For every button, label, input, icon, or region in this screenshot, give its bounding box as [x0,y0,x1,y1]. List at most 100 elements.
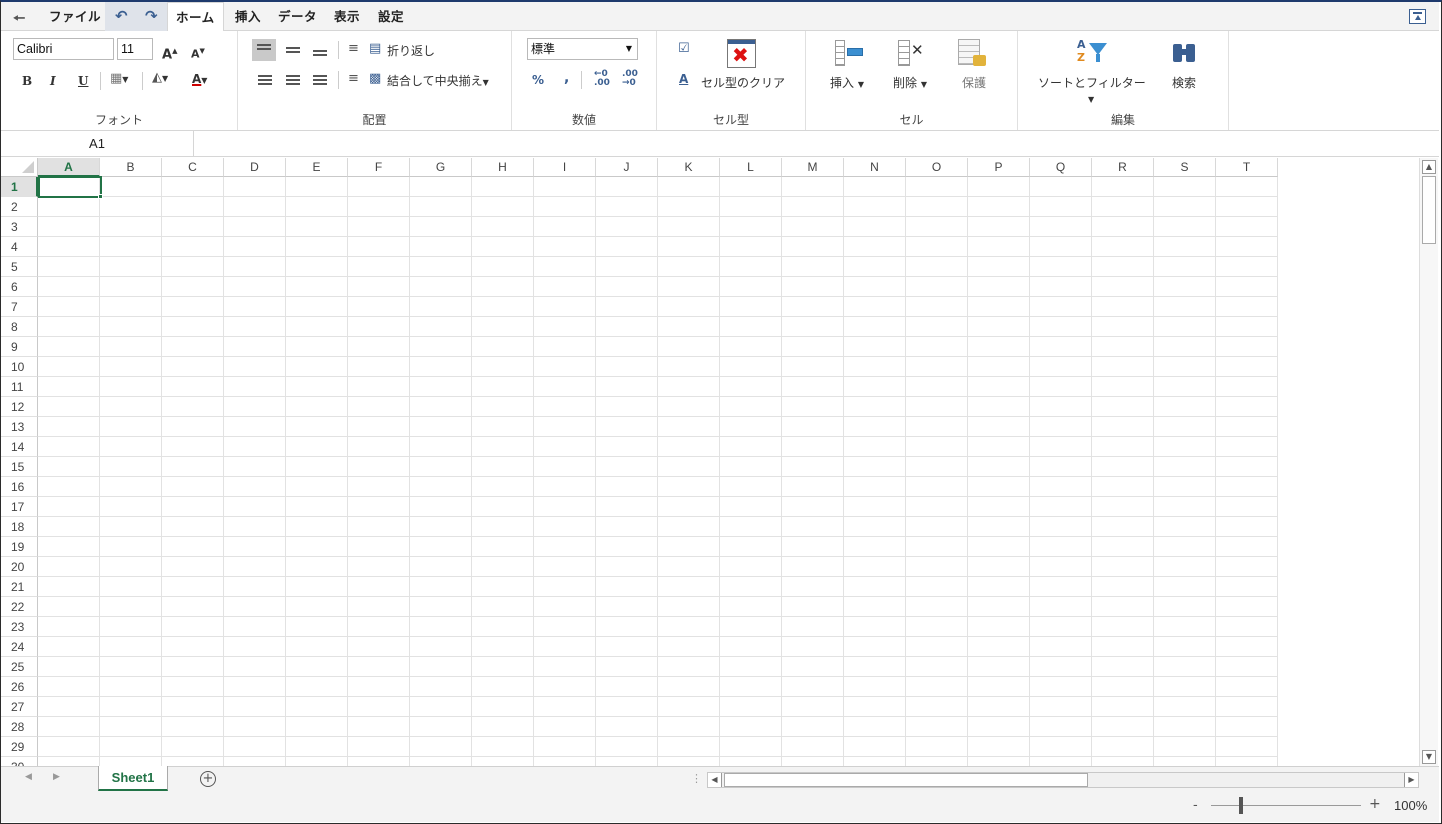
increase-font-icon[interactable]: A▲ [162,44,177,62]
protect-button[interactable]: 保護 [962,74,986,91]
row-header[interactable]: 18 [1,517,38,537]
collapse-ribbon-icon[interactable] [1409,9,1426,24]
row-header[interactable]: 12 [1,397,38,417]
column-header[interactable]: E [286,158,348,177]
column-header[interactable]: L [720,158,782,177]
menu-file[interactable]: ファイル [49,2,101,31]
spreadsheet-grid[interactable]: A B C D E F G H I J K L M N O P Q R S T 1 2 3 4 5 6 7 8 9 10 11 12 13 14 1… [1,158,1419,766]
sort-filter-dropdown-icon[interactable]: ▼ [1088,93,1094,107]
align-right-icon[interactable] [313,75,327,85]
row-header[interactable]: 17 [1,497,38,517]
decrease-font-icon[interactable]: A▼ [191,44,205,62]
row-header[interactable]: 9 [1,337,38,357]
italic-button[interactable]: I [50,74,56,88]
formula-input[interactable] [195,131,1439,156]
column-header[interactable]: F [348,158,410,177]
insert-cells-icon[interactable] [835,40,865,66]
add-sheet-icon[interactable]: + [200,771,216,787]
menu-home[interactable]: ホーム [167,2,224,32]
redo-icon[interactable]: ↷ [145,7,158,25]
clear-cell-style-button[interactable]: セル型のクリア [701,74,785,91]
merge-center-button[interactable]: 結合して中央揃え▼ [387,72,489,89]
column-header[interactable]: B [100,158,162,177]
row-header[interactable]: 13 [1,417,38,437]
sort-filter-button[interactable]: ソートとフィルター [1038,74,1146,91]
align-bottom-icon[interactable] [313,50,327,60]
scroll-right-icon[interactable]: ▶ [1404,773,1418,787]
scroll-down-icon[interactable]: ▼ [1422,750,1436,764]
fill-color-icon[interactable]: ◭▼ [152,71,168,86]
column-header[interactable]: H [472,158,534,177]
row-header[interactable]: 29 [1,737,38,757]
row-header[interactable]: 1 [1,177,38,197]
column-header[interactable]: R [1092,158,1154,177]
row-header[interactable]: 20 [1,557,38,577]
column-header[interactable]: O [906,158,968,177]
column-header[interactable]: P [968,158,1030,177]
row-header[interactable]: 19 [1,537,38,557]
row-header[interactable]: 26 [1,677,38,697]
menu-settings[interactable]: 設定 [378,2,404,31]
font-size-select[interactable]: 11 [117,38,153,60]
row-header[interactable]: 3 [1,217,38,237]
clear-style-icon[interactable]: ✖ [727,39,756,68]
decrease-decimal-icon[interactable]: .00 →0 [622,70,638,88]
name-box[interactable]: A1 [1,131,194,156]
outdent-icon[interactable]: ≡ [348,72,359,86]
row-header[interactable]: 28 [1,717,38,737]
checkbox-icon[interactable]: ☑ [678,42,690,56]
align-middle-icon[interactable] [286,47,300,57]
tab-splitter-handle[interactable]: ⋮ [691,772,702,785]
prev-sheet-icon[interactable]: ◀ [25,772,32,782]
column-header[interactable]: S [1154,158,1216,177]
align-center-icon[interactable] [286,75,300,85]
column-header[interactable]: M [782,158,844,177]
vertical-scroll-thumb[interactable] [1422,176,1436,244]
menu-view[interactable]: 表示 [334,2,360,31]
row-header[interactable]: 27 [1,697,38,717]
column-header[interactable]: T [1216,158,1278,177]
vertical-scrollbar[interactable]: ▲ ▼ [1419,158,1438,766]
fill-handle[interactable] [98,194,103,199]
column-header[interactable]: K [658,158,720,177]
row-header[interactable]: 16 [1,477,38,497]
underline-button[interactable]: U [78,74,88,88]
zoom-slider-thumb[interactable] [1239,797,1243,814]
bold-button[interactable]: B [22,74,32,88]
undo-icon[interactable]: ↶ [115,7,128,25]
row-header[interactable]: 23 [1,617,38,637]
scroll-up-icon[interactable]: ▲ [1422,160,1436,174]
find-button[interactable]: 検索 [1172,74,1196,91]
zoom-out-button[interactable]: - [1193,798,1198,813]
percent-button[interactable]: % [532,73,544,87]
row-header[interactable]: 6 [1,277,38,297]
column-header[interactable]: J [596,158,658,177]
row-header[interactable]: 10 [1,357,38,377]
font-color-icon[interactable]: A▼ [192,72,207,88]
delete-cells-button[interactable]: 削除 ▼ [893,74,927,91]
column-header[interactable]: C [162,158,224,177]
active-cell[interactable] [38,176,102,198]
indent-icon[interactable]: ≡ [348,42,359,56]
row-header[interactable]: 11 [1,377,38,397]
zoom-slider[interactable] [1211,805,1361,806]
column-header[interactable]: G [410,158,472,177]
select-all-corner[interactable] [1,158,38,177]
delete-cells-icon[interactable]: ✕ [898,40,928,66]
row-header[interactable]: 15 [1,457,38,477]
scroll-left-icon[interactable]: ◀ [708,773,722,787]
insert-cells-button[interactable]: 挿入 ▼ [830,74,864,91]
row-header[interactable]: 21 [1,577,38,597]
wrap-text-button[interactable]: 折り返し [387,42,435,59]
next-sheet-icon[interactable]: ▶ [53,772,60,782]
zoom-level[interactable]: 100% [1394,798,1427,813]
column-header[interactable]: I [534,158,596,177]
column-header[interactable]: Q [1030,158,1092,177]
font-name-select[interactable]: Calibri [13,38,114,60]
row-header[interactable]: 8 [1,317,38,337]
row-header[interactable]: 24 [1,637,38,657]
borders-icon[interactable]: ▦▼ [110,72,128,87]
row-header[interactable]: 30 [1,757,38,766]
row-header[interactable]: 2 [1,197,38,217]
align-left-icon[interactable] [258,75,272,85]
